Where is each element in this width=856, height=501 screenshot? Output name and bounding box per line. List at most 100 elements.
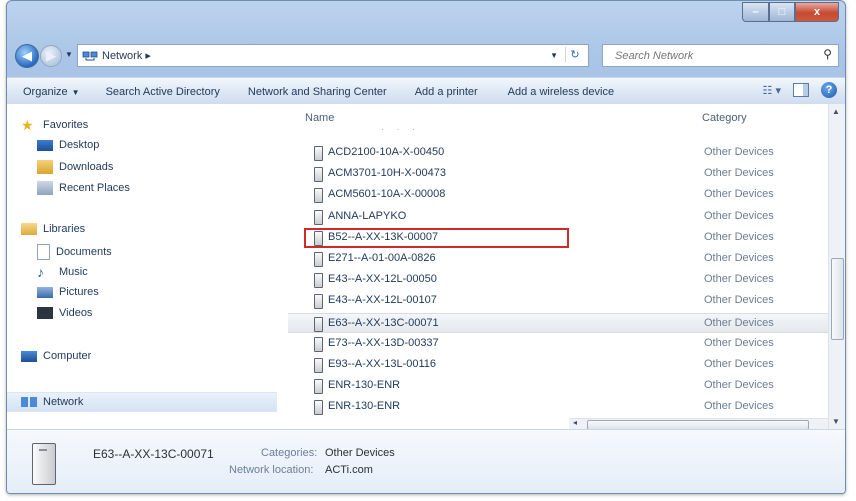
device-category: Other Devices (704, 316, 774, 329)
device-icon (314, 252, 323, 267)
content-area: ★ Favorites Desktop Downloads Recent Pla… (7, 104, 845, 429)
refresh-icon[interactable]: ↻ (565, 47, 584, 62)
nav-label: Computer (43, 350, 92, 362)
nav-videos[interactable]: Videos (37, 307, 92, 319)
address-dropdown[interactable]: ▼ (550, 51, 558, 60)
nav-libraries[interactable]: Libraries (21, 223, 85, 235)
nav-network[interactable]: Network (7, 392, 277, 412)
device-category: Other Devices (704, 146, 774, 158)
preview-pane-icon[interactable] (793, 83, 809, 97)
device-row[interactable]: E43--A-XX-12L-00050 Other Devices (288, 270, 828, 290)
nav-documents[interactable]: Documents (37, 244, 112, 260)
recent-places-icon (37, 181, 53, 195)
details-pane: E63--A-XX-13C-00071 Categories: Other De… (7, 429, 845, 493)
add-printer-button[interactable]: Add a printer (415, 86, 478, 98)
nav-label: Videos (59, 307, 93, 319)
search-active-directory-button[interactable]: Search Active Directory (106, 86, 220, 98)
device-row[interactable]: E271--A-01-00A-0826 Other Devices (288, 249, 828, 269)
search-input[interactable] (613, 48, 797, 63)
search-icon[interactable]: ⚲ (823, 47, 832, 61)
device-name: ACM3701-10H-X-00473 (328, 167, 447, 180)
chevron-down-icon: ▼ (71, 87, 80, 97)
nav-label: Desktop (59, 139, 100, 151)
address-bar[interactable]: Network ▸ ▼ ↻ (77, 44, 589, 67)
device-name: ACD2100-10A-X-00450 (328, 146, 445, 158)
nav-computer[interactable]: Computer (21, 350, 91, 362)
scroll-up-icon[interactable]: ▲ (832, 107, 840, 116)
horizontal-scroll-thumb[interactable] (587, 420, 809, 429)
device-icon (32, 443, 56, 485)
device-name: E43--A-XX-12L-00050 (328, 273, 437, 286)
breadcrumb[interactable]: Network ▸ (102, 49, 151, 62)
device-row[interactable]: ENR-130-ENR Other Devices (288, 376, 828, 396)
nav-favorites[interactable]: ★ Favorites (21, 118, 88, 132)
vertical-scrollbar[interactable]: ▲ ▼ (828, 104, 845, 429)
details-device-name: E63--A-XX-13C-00071 (93, 447, 214, 461)
device-category: Other Devices (704, 379, 774, 392)
details-location-value: ACTi.com (325, 464, 373, 476)
device-row[interactable]: ANNA-LAPYKO Other Devices (288, 207, 828, 227)
network-icon (21, 397, 37, 407)
back-button[interactable]: ◀ (15, 44, 39, 68)
device-name: E63--A-XX-13C-00071 (328, 316, 439, 329)
device-name: E73--A-XX-13D-00337 (328, 336, 439, 349)
vertical-scroll-thumb[interactable] (831, 258, 844, 340)
command-bar: Organize ▼ Search Active Directory Networ… (7, 77, 845, 105)
nav-label: Downloads (59, 161, 114, 173)
nav-label: Pictures (59, 286, 99, 298)
device-row[interactable]: E73--A-XX-13D-00337 Other Devices (288, 334, 828, 354)
device-icon (314, 209, 323, 225)
close-button[interactable]: x (795, 2, 839, 22)
device-row[interactable]: ACM5601-10A-X-00008 Other Devices (288, 185, 828, 205)
search-box[interactable]: ⚲ (602, 44, 839, 67)
nav-label: Network (43, 396, 84, 408)
desktop-icon (37, 139, 53, 151)
videos-icon (37, 307, 53, 319)
device-category: Other Devices (704, 230, 774, 243)
scroll-left-icon[interactable]: ◂ (573, 418, 577, 427)
device-category: Other Devices (704, 209, 774, 222)
column-header-name[interactable]: Name (305, 112, 334, 124)
nav-label: Documents (56, 246, 112, 258)
column-header-category[interactable]: Category (702, 112, 747, 124)
device-row[interactable]: ACM3701-10H-X-00473 Other Devices (288, 164, 828, 184)
scroll-down-icon[interactable]: ▼ (832, 417, 840, 426)
device-row[interactable]: ACD2100-10A-X-00450 Other Devices (288, 143, 828, 163)
device-row[interactable]: ENR-130-ENR Other Devices (288, 397, 828, 417)
device-name: ACM5601-10A-X-00008 (328, 188, 446, 201)
recent-pages-dropdown[interactable]: ▼ (65, 50, 73, 59)
address-row: ◀ ▶ ▼ Network ▸ ▼ ↻ ⚲ (7, 41, 845, 69)
device-category: Other Devices (704, 188, 774, 201)
device-row[interactable]: E63--A-XX-13C-00071 Other Devices (288, 312, 828, 333)
help-icon[interactable]: ? (821, 82, 837, 98)
network-icon (82, 51, 98, 60)
horizontal-scrollbar[interactable]: ◂ ▸ (569, 418, 828, 429)
maximize-button[interactable]: □ (769, 2, 795, 22)
device-name: ENR-130-ENR (328, 379, 401, 392)
device-name: E93--A-XX-13L-00116 (328, 358, 437, 370)
device-category: Other Devices (704, 273, 774, 286)
nav-pictures[interactable]: Pictures (37, 286, 99, 298)
nav-label: Libraries (43, 223, 86, 235)
nav-desktop[interactable]: Desktop (37, 139, 99, 151)
forward-button[interactable]: ▶ (40, 45, 62, 67)
network-sharing-center-button[interactable]: Network and Sharing Center (248, 86, 387, 98)
music-icon: ♪ (37, 264, 44, 280)
minimize-button[interactable]: – (742, 2, 769, 22)
nav-recent-places[interactable]: Recent Places (37, 181, 130, 195)
device-category: Other Devices (704, 358, 774, 370)
device-category: Other Devices (704, 400, 774, 413)
header-divider: · · · (381, 124, 420, 134)
device-row[interactable]: E93--A-XX-13L-00116 Other Devices (288, 355, 828, 375)
device-category: Other Devices (704, 167, 774, 180)
add-wireless-device-button[interactable]: Add a wireless device (508, 86, 614, 98)
nav-downloads[interactable]: Downloads (37, 160, 113, 174)
device-icon (314, 273, 323, 289)
nav-music[interactable]: ♪ Music (37, 265, 88, 279)
pictures-icon (37, 286, 53, 298)
change-view-icon[interactable]: ☷ ▾ (763, 84, 781, 97)
organize-menu[interactable]: Organize ▼ (23, 86, 80, 98)
window-controls: – □ x (742, 2, 839, 22)
explorer-window: – □ x ◀ ▶ ▼ Network ▸ ▼ ↻ ⚲ Organize▼ Se… (6, 0, 846, 494)
device-row[interactable]: E43--A-XX-12L-00107 Other Devices (288, 291, 828, 311)
